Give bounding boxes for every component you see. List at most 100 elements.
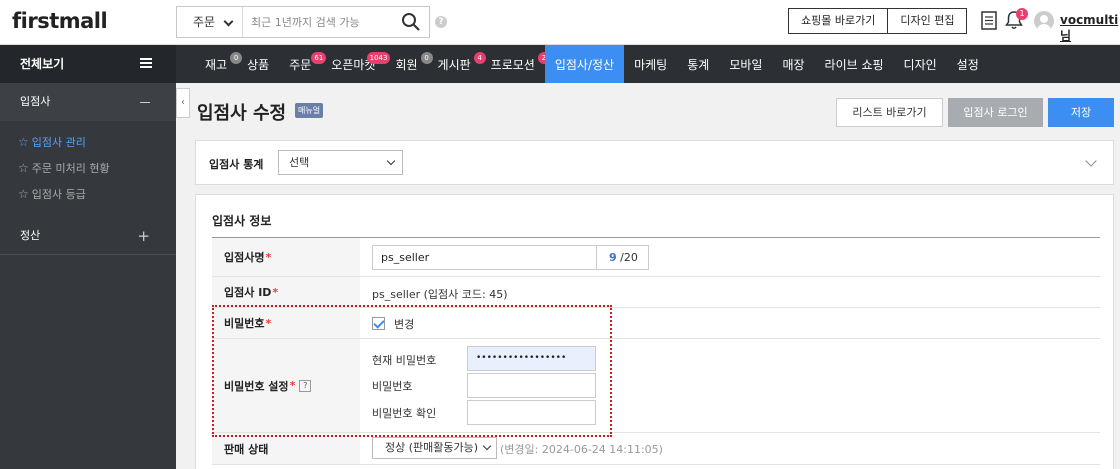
nav-item-label: 재고	[205, 58, 228, 72]
manual-badge[interactable]: 매뉴얼	[295, 103, 324, 118]
stats-label: 입점사 통계	[209, 158, 264, 171]
top-header: firstmall 주문 ? 쇼핑몰 바로가기 디자인 편집 1 vocmult…	[0, 0, 1120, 45]
row-seller-name: 입점사명 * ps_seller 9 /20	[212, 238, 1100, 277]
info-table: 입점사명 * ps_seller 9 /20 입점사 ID * ps_seller …	[212, 237, 1100, 465]
nav-item-10[interactable]: 모바일	[719, 45, 772, 83]
new-password-label: 비밀번호	[372, 380, 413, 393]
nav-item-9[interactable]: 통계	[677, 45, 719, 83]
status-change-date: (변경일: 2024-06-24 14:11:05)	[500, 443, 663, 456]
stats-select[interactable]: 선택	[278, 150, 403, 175]
nav-item-12[interactable]: 라이브 쇼핑	[815, 45, 894, 83]
search-type-select[interactable]: 주문	[177, 7, 243, 37]
seller-info-panel: 입점사 정보 입점사명 * ps_seller 9 /20 입점사 ID * ps_…	[195, 194, 1114, 469]
nav-items: 재고 0 상품 주문 61 오픈마켓 1043 회원 0 게시판 4 프로모션 2 입점사/정산 마케팅 통계…	[195, 45, 989, 83]
nav-item-label: 통계	[687, 58, 710, 72]
row-sale-status: 판매 상태 정상 (판매활동가능) (변경일: 2024-06-24 14:11…	[212, 433, 1100, 465]
sidebar-item-unprocessed-orders[interactable]: ☆ 주문 미처리 현황	[0, 155, 176, 181]
nav-item-7[interactable]: 입점사/정산	[544, 45, 625, 83]
sidebar-collapse-button[interactable]: ‹	[176, 88, 190, 118]
sidebar-item-seller-grade[interactable]: ☆ 입점사 등급	[0, 181, 176, 207]
nav-item-label: 게시판	[437, 58, 471, 72]
list-shortcut-button[interactable]: 리스트 바로가기	[836, 98, 943, 127]
nav-item-label: 모바일	[729, 58, 763, 72]
help-icon[interactable]: ?	[435, 16, 447, 28]
nav-item-label: 디자인	[903, 58, 937, 72]
search-box: 주문	[176, 6, 430, 38]
row-password-setting: 비밀번호 설정 *? 현재 비밀번호 ••••••••••••••••• 비밀번호…	[212, 339, 1100, 433]
stats-select-value: 선택	[289, 156, 310, 169]
confirm-password-label: 비밀번호 확인	[372, 407, 437, 420]
nav-item-1[interactable]: 상품	[237, 45, 279, 83]
current-password-input[interactable]: •••••••••••••••••	[467, 346, 596, 371]
row-label: 비밀번호 설정 *?	[212, 339, 360, 432]
document-icon[interactable]	[981, 11, 997, 30]
nav-item-label: 라이브 쇼핑	[824, 58, 884, 72]
nav-item-6[interactable]: 프로모션 2	[481, 45, 550, 83]
password-change-checkbox[interactable]	[372, 317, 385, 330]
help-icon[interactable]: ?	[299, 379, 312, 392]
minus-icon[interactable]	[140, 102, 150, 103]
star-icon[interactable]: ☆	[18, 181, 29, 207]
sidebar-item-label: 주문 미처리 현황	[31, 162, 110, 175]
nav-item-14[interactable]: 설정	[947, 45, 989, 83]
nav-item-3[interactable]: 오픈마켓 1043	[321, 45, 391, 83]
row-password: 비밀번호 * 변경	[212, 308, 1100, 339]
nav-item-5[interactable]: 게시판 4	[428, 45, 486, 83]
sidebar-item-label: 입점사 관리	[31, 136, 86, 149]
row-label: 입점사명 *	[212, 238, 360, 276]
chevron-down-icon	[386, 156, 396, 166]
sidebar-section-label: 정산	[20, 229, 41, 242]
nav-item-label: 상품	[247, 58, 270, 72]
star-icon[interactable]: ☆	[18, 129, 29, 155]
row-seller-id: 입점사 ID * ps_seller (입점사 코드: 45)	[212, 277, 1100, 308]
nav-item-13[interactable]: 디자인	[894, 45, 947, 83]
sidebar-section-seller[interactable]: 입점사	[0, 83, 176, 121]
seller-id-value: ps_seller (입점사 코드: 45)	[372, 288, 508, 301]
chevron-down-icon	[223, 16, 234, 27]
sidebar-section-label: 입점사	[20, 95, 51, 108]
nav-item-label: 매장	[782, 58, 805, 72]
avatar[interactable]	[1034, 11, 1054, 31]
seller-name-input[interactable]: ps_seller	[372, 245, 597, 270]
seller-login-button[interactable]: 입점사 로그인	[948, 98, 1043, 127]
username-link[interactable]: vocmulti님	[1060, 13, 1120, 44]
search-type-label: 주문	[193, 15, 216, 29]
nav-item-label: 회원	[395, 58, 418, 72]
top-button-group: 쇼핑몰 바로가기 디자인 편집	[788, 8, 968, 34]
confirm-password-input[interactable]	[467, 400, 596, 425]
sidebar-item-seller-manage[interactable]: ☆ 입점사 관리	[0, 129, 176, 155]
page-title: 입점사 수정	[197, 103, 287, 124]
row-label: 입점사 ID *	[212, 277, 360, 307]
row-label: 판매 상태	[212, 433, 360, 464]
row-label: 비밀번호 *	[212, 308, 360, 338]
search-icon[interactable]	[401, 12, 421, 32]
nav-item-label: 프로모션	[490, 58, 535, 72]
sale-status-select[interactable]: 정상 (판매활동가능)	[372, 437, 497, 459]
nav-item-4[interactable]: 회원 0	[385, 45, 433, 83]
sidebar-section-settlement[interactable]: 정산 +	[0, 217, 176, 255]
current-password-label: 현재 비밀번호	[372, 354, 437, 367]
star-icon[interactable]: ☆	[18, 155, 29, 181]
nav-item-label: 입점사/정산	[554, 58, 615, 72]
nav-item-0[interactable]: 재고 0	[195, 45, 243, 83]
nav-item-label: 설정	[956, 58, 979, 72]
nav-item-8[interactable]: 마케팅	[624, 45, 677, 83]
search-input[interactable]	[251, 14, 381, 30]
nav-item-2[interactable]: 주문 61	[279, 45, 327, 83]
save-button[interactable]: 저장	[1048, 98, 1114, 127]
hamburger-icon[interactable]	[140, 58, 152, 68]
logo[interactable]: firstmall	[12, 9, 108, 33]
nav-all-menu[interactable]: 전체보기	[0, 45, 176, 83]
shop-link-button[interactable]: 쇼핑몰 바로가기	[789, 9, 888, 33]
section-title: 입점사 정보	[212, 214, 272, 228]
char-counter: 9 /20	[597, 245, 649, 270]
nav-item-label: 마케팅	[634, 58, 668, 72]
new-password-input[interactable]	[467, 373, 596, 398]
expand-chevron-icon[interactable]	[1085, 155, 1097, 167]
nav-item-11[interactable]: 매장	[772, 45, 814, 83]
nav-item-label: 주문	[289, 58, 312, 72]
notification-badge: 1	[1016, 8, 1028, 20]
sidebar: 입점사 ☆ 입점사 관리 ☆ 주문 미처리 현황 ☆ 입점사 등급 정산 +	[0, 83, 176, 469]
plus-icon[interactable]: +	[137, 228, 150, 244]
design-edit-button[interactable]: 디자인 편집	[887, 9, 967, 33]
